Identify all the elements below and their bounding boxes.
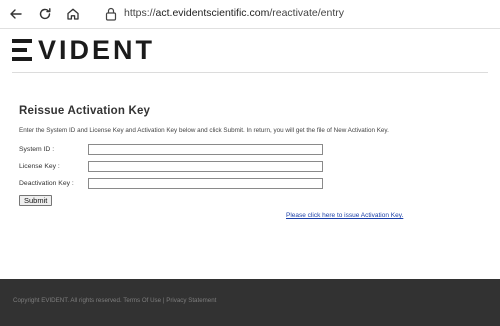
system-id-input[interactable] [88, 144, 323, 155]
url-path: /reactivate/entry [269, 7, 345, 19]
deactivation-key-input[interactable] [88, 178, 323, 189]
header-divider [12, 72, 488, 73]
logo-e-mark [12, 39, 32, 61]
url-scheme: https:// [124, 7, 156, 19]
license-key-label: License Key : [19, 163, 60, 170]
evident-logo[interactable]: VIDENT [12, 36, 182, 64]
url-host: act.evidentscientific.com [155, 7, 270, 19]
footer: Copyright EVIDENT. All rights reserved. … [0, 279, 500, 326]
deactivation-key-label: Deactivation Key : [19, 180, 74, 187]
intro-text: Enter the System ID and License Key and … [19, 127, 389, 134]
address-bar[interactable]: https://act.evidentscientific.com/reacti… [124, 7, 344, 19]
page-title: Reissue Activation Key [19, 105, 151, 117]
lock-icon[interactable] [104, 6, 118, 22]
back-arrow-icon [10, 9, 22, 19]
home-button[interactable] [63, 4, 83, 24]
back-button[interactable] [6, 4, 26, 24]
reload-icon [39, 8, 51, 20]
system-id-label: System ID : [19, 146, 55, 153]
license-key-input[interactable] [88, 161, 323, 172]
privacy-statement-link[interactable]: Privacy Statement [166, 297, 216, 304]
footer-separator: | [162, 297, 165, 304]
issue-activation-key-link[interactable]: Please click here to issue Activation Ke… [286, 212, 403, 219]
copyright-text: Copyright EVIDENT. All rights reserved. [13, 297, 122, 304]
logo-text: VIDENT [38, 35, 156, 65]
submit-button[interactable]: Submit [19, 195, 53, 206]
home-icon [67, 8, 79, 20]
reload-button[interactable] [35, 4, 55, 24]
terms-of-use-link[interactable]: Terms Of Use [123, 297, 161, 304]
footer-text: Copyright EVIDENT. All rights reserved. … [13, 297, 216, 304]
browser-toolbar: https://act.evidentscientific.com/reacti… [0, 0, 500, 29]
